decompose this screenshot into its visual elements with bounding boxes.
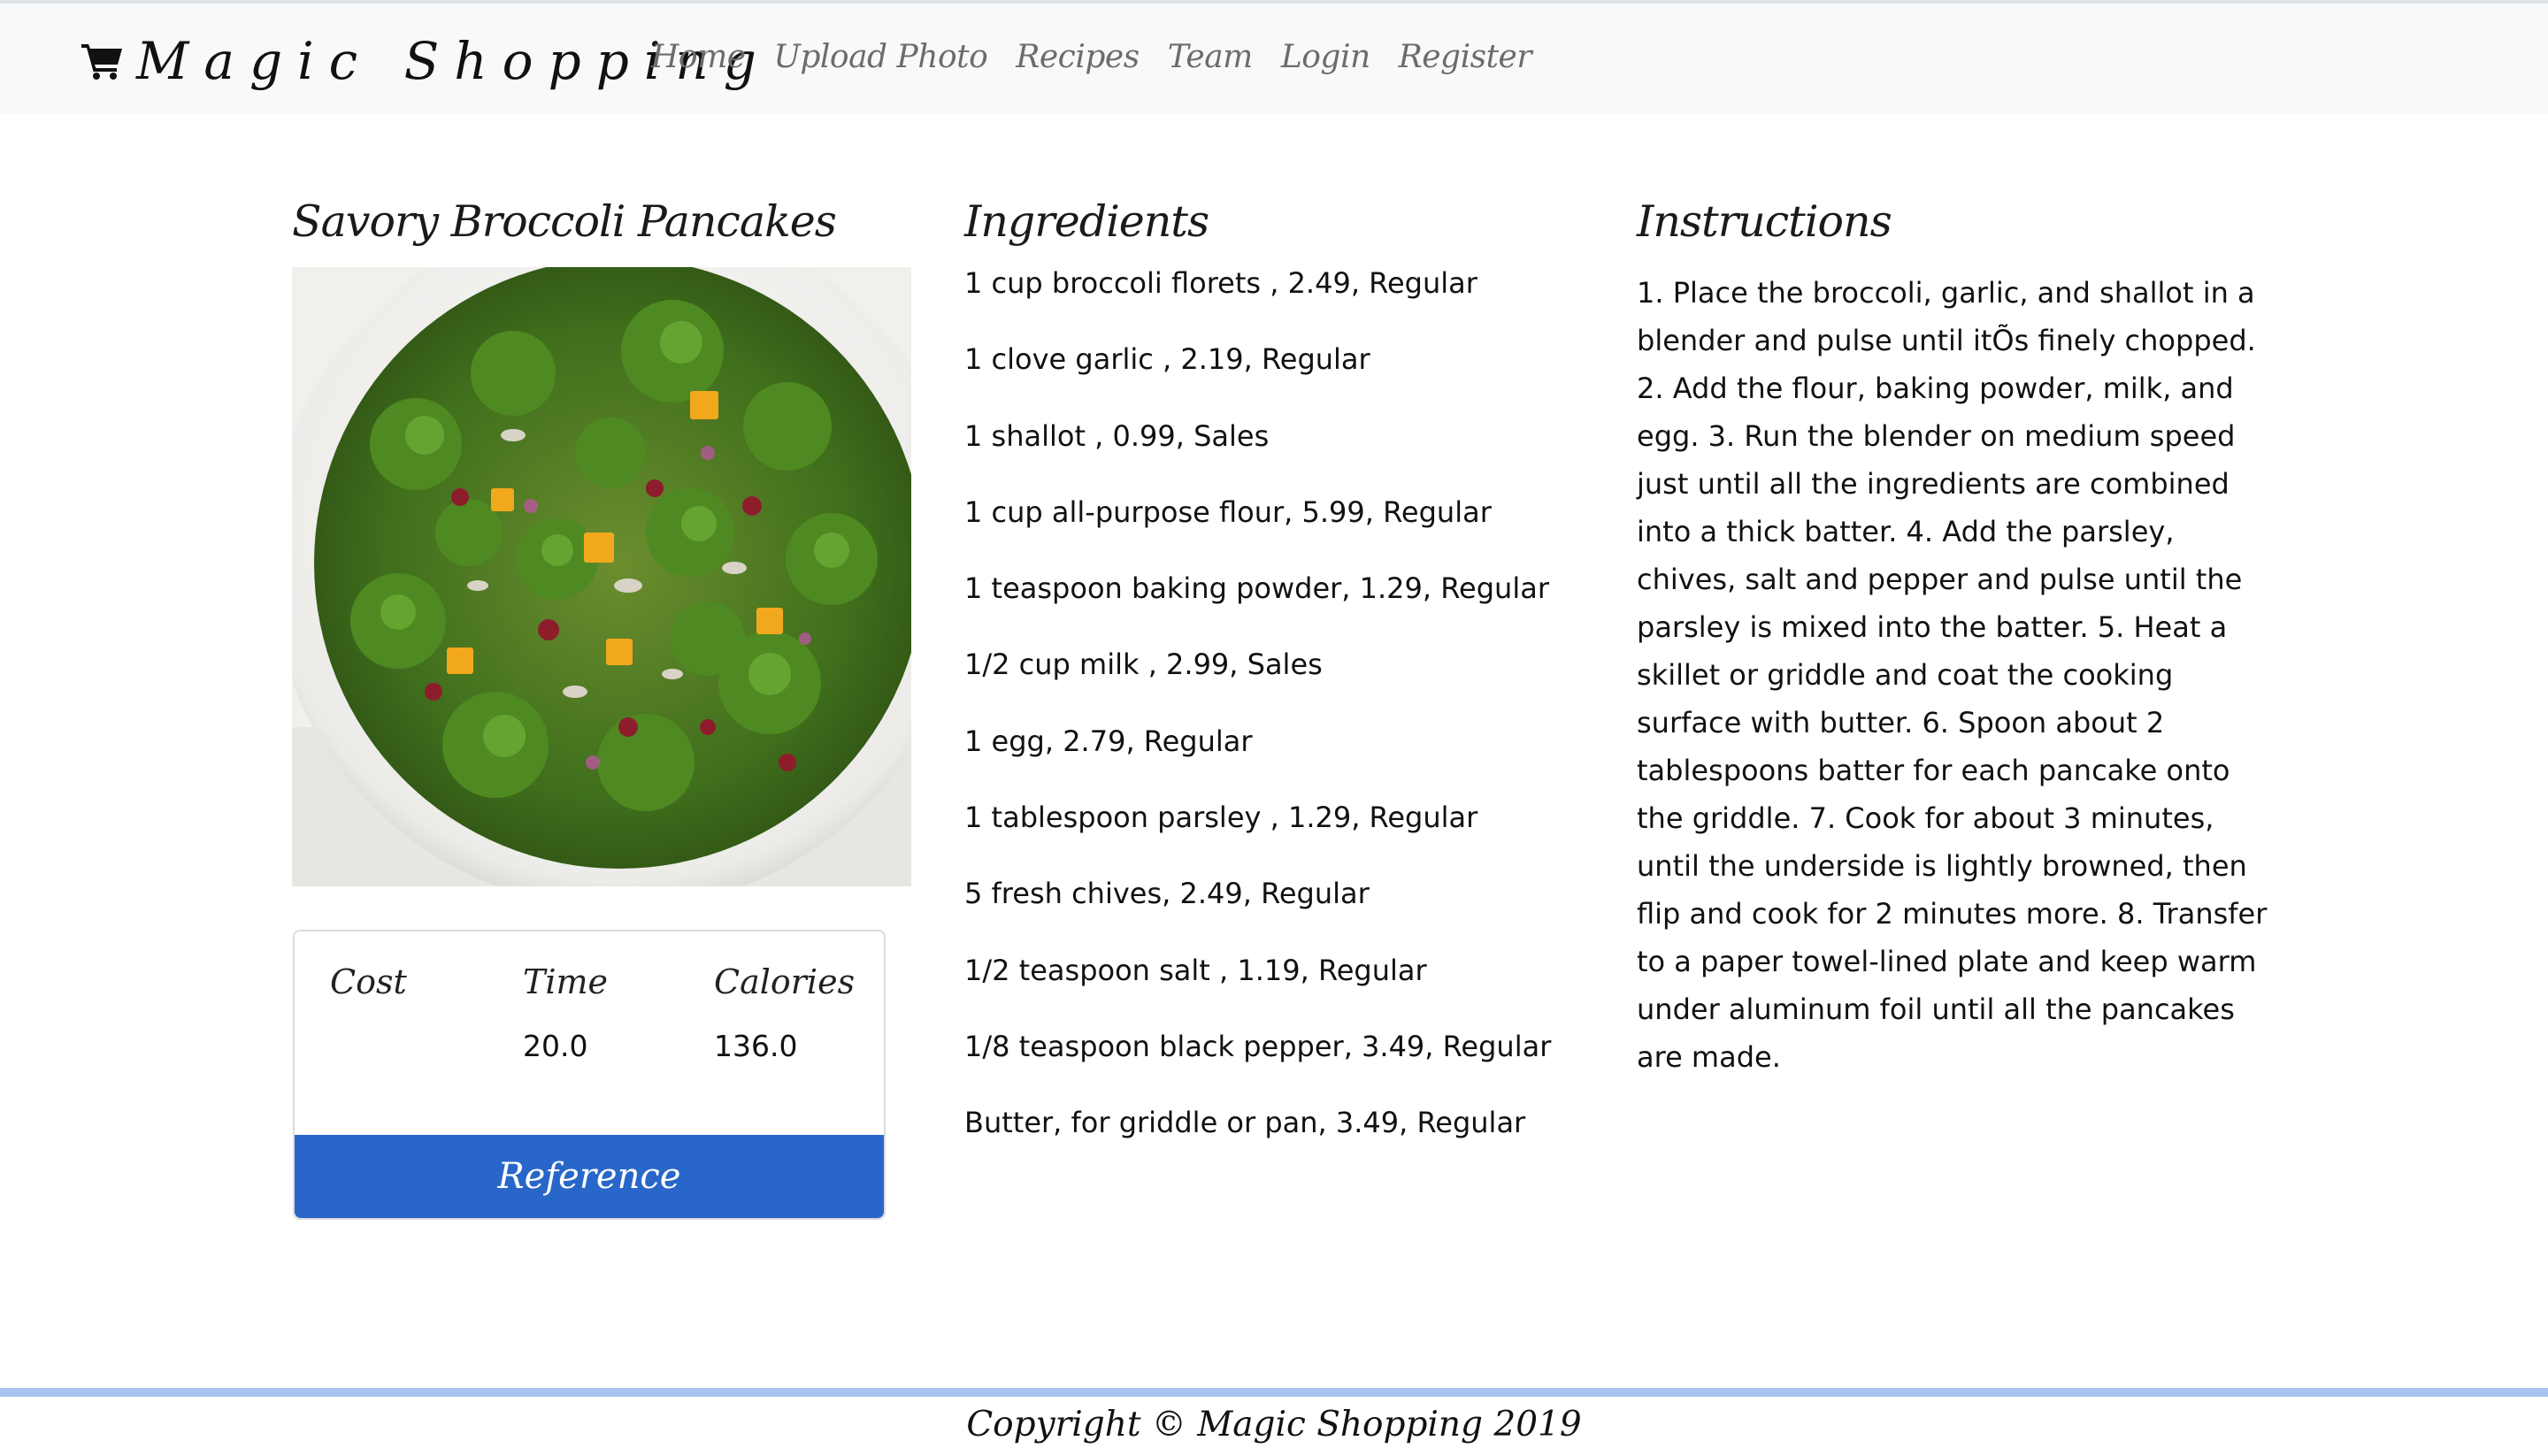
shopping-cart-icon xyxy=(81,44,122,80)
recipe-stats-card: Cost Time Calories 20.0 136.0 Reference xyxy=(293,930,886,1220)
nav-link-home[interactable]: Home xyxy=(651,39,746,75)
recipe-title: Savory Broccoli Pancakes xyxy=(292,196,837,247)
ingredient-item: 1 tablespoon parsley , 1.29, Regular xyxy=(964,801,1478,835)
ingredient-item: 1/8 teaspoon black pepper, 3.49, Regular xyxy=(964,1029,1552,1063)
ingredient-item: 1 teaspoon baking powder, 1.29, Regular xyxy=(964,571,1549,606)
instructions-heading: Instructions xyxy=(1637,196,1892,247)
nav-link-register[interactable]: Register xyxy=(1399,39,1532,75)
footer-copyright: Copyright © Magic Shopping 2019 xyxy=(966,1405,1582,1445)
time-label: Time xyxy=(523,962,609,1001)
calories-value: 136.0 xyxy=(714,1029,798,1063)
ingredients-heading: Ingredients xyxy=(964,196,1209,247)
time-value: 20.0 xyxy=(523,1029,588,1063)
ingredient-item: 5 fresh chives, 2.49, Regular xyxy=(964,877,1370,911)
ingredient-item: 1 cup broccoli florets , 2.49, Regular xyxy=(964,266,1477,300)
ingredient-item: 1 shallot , 0.99, Sales xyxy=(964,418,1270,453)
ingredients-list: 1 cup broccoli florets , 2.49, Regular 1… xyxy=(964,265,1551,1182)
nav-link-upload-photo[interactable]: Upload Photo xyxy=(774,39,988,75)
ingredient-item: Butter, for griddle or pan, 3.49, Regula… xyxy=(964,1106,1526,1140)
nav-link-login[interactable]: Login xyxy=(1281,39,1370,75)
navbar: Magic Shopping Home Upload Photo Recipes… xyxy=(0,0,2548,113)
calories-label: Calories xyxy=(714,962,856,1001)
reference-button[interactable]: Reference xyxy=(295,1135,884,1218)
nav-link-team[interactable]: Team xyxy=(1168,39,1254,75)
ingredient-item: 1 egg, 2.79, Regular xyxy=(964,724,1253,758)
instructions-text: 1. Place the broccoli, garlic, and shall… xyxy=(1637,276,2268,1074)
broccoli-salad-image xyxy=(292,267,911,886)
ingredient-item: 1 clove garlic , 2.19, Regular xyxy=(964,342,1370,377)
nav-link-recipes[interactable]: Recipes xyxy=(1016,39,1140,75)
recipe-photo xyxy=(292,267,911,886)
nav-links: Home Upload Photo Recipes Team Login Reg… xyxy=(651,39,1532,75)
ingredient-item: 1/2 teaspoon salt , 1.19, Regular xyxy=(964,953,1427,987)
ingredient-item: 1 cup all-purpose flour, 5.99, Regular xyxy=(964,494,1492,529)
footer-divider xyxy=(0,1388,2548,1397)
cost-label: Cost xyxy=(330,962,407,1001)
ingredient-item: 1/2 cup milk , 2.99, Sales xyxy=(964,648,1323,682)
